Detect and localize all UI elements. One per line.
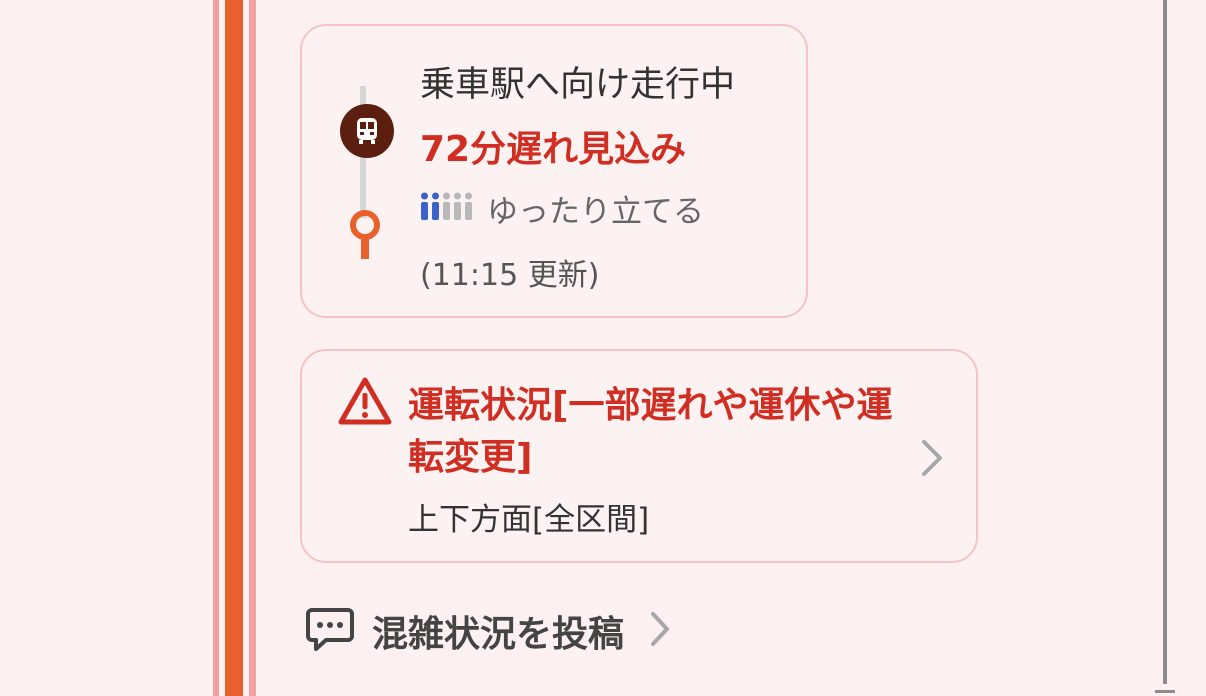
scroll-rail-end [1155,690,1175,693]
crowd-label: ゆったり立てる [487,193,704,230]
alert-title: 運転状況[一部遅れや運休や運転変更] [408,385,893,478]
alert-subtitle: 上下方面[全区間] [408,502,650,538]
crowd-level-icon [420,192,473,224]
comment-icon [306,606,354,656]
delay-estimate: 72分遅れ見込み [420,129,687,170]
updated-time: (11:15 更新) [420,258,600,293]
crowd-person-icon [431,192,440,224]
warning-icon [338,376,392,430]
post-crowd-label: 混雑状況を投稿 [372,614,625,655]
train-status-heading: 乗車駅へ向け走行中 [420,65,736,105]
post-crowd-link[interactable]: 混雑状況を投稿 [306,605,672,657]
crowd-person-icon [453,192,462,224]
chevron-right-icon [918,438,946,482]
chevron-right-icon [648,610,672,652]
crowd-person-icon [420,192,429,224]
scroll-rail [1163,0,1167,684]
crowd-indicator: ゆったり立てる [420,188,704,230]
route-line [213,0,257,696]
crowd-person-icon [442,192,451,224]
crowd-person-icon [464,192,473,224]
train-icon [340,104,394,158]
station-pin-icon [347,210,383,264]
